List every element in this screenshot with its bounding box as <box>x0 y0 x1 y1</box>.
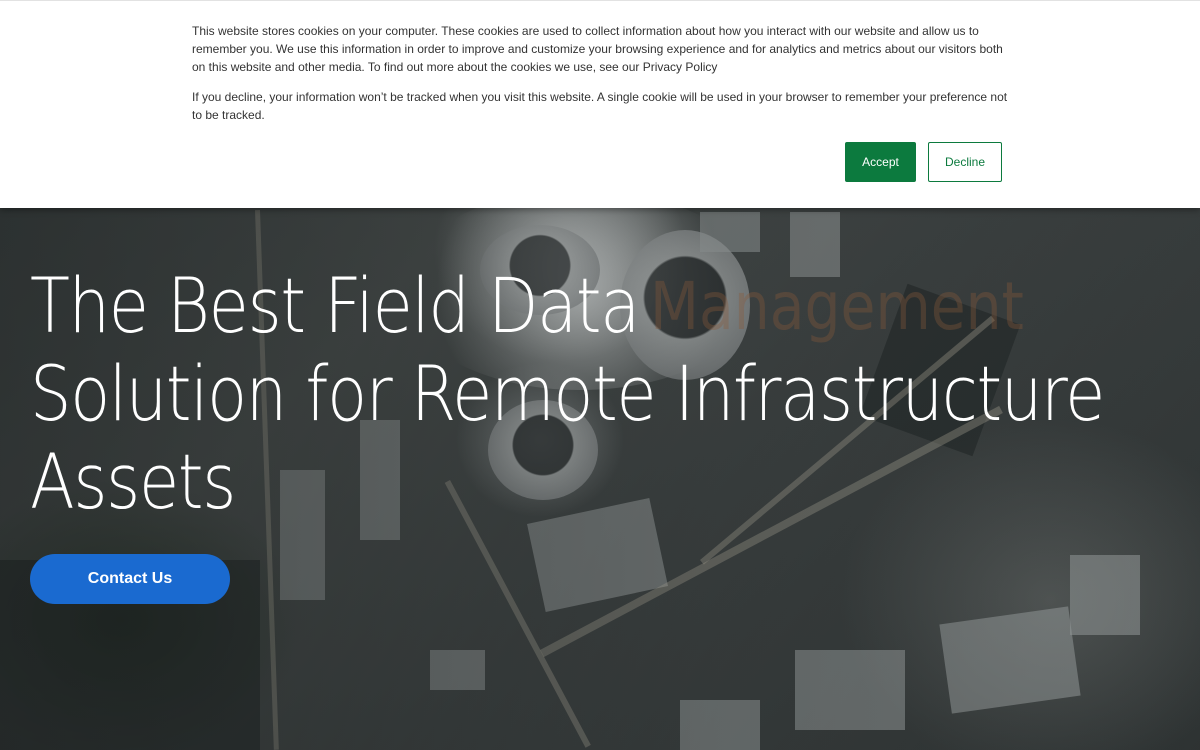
headline-line-3: Assets <box>30 437 236 526</box>
cookie-decline-notice-text: If you decline, your information won’t b… <box>192 90 1008 122</box>
contact-us-button[interactable]: Contact Us <box>30 554 230 604</box>
cookie-notice-text: This website stores cookies on your comp… <box>192 24 1003 74</box>
accept-cookies-button[interactable]: Accept <box>845 142 916 182</box>
decline-cookies-button[interactable]: Decline <box>928 142 1002 182</box>
hero-headline: The Best Field Data Solution for Remote … <box>30 261 1105 526</box>
headline-line-1: The Best Field Data <box>30 261 640 350</box>
headline-line-2: Solution for Remote Infrastructure <box>30 349 1105 438</box>
cookie-consent-banner: This website stores cookies on your comp… <box>0 0 1200 208</box>
